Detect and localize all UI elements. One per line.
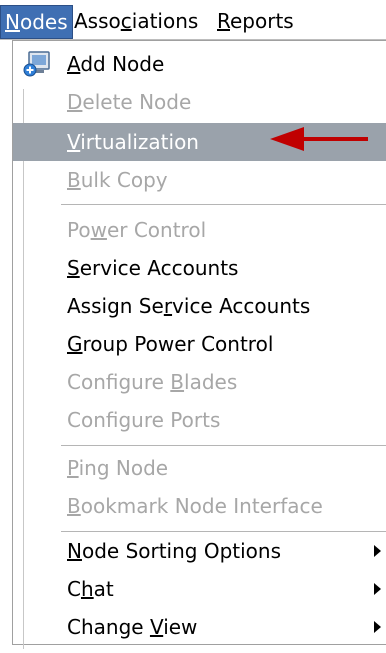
menu-item-label: Add Node (67, 52, 165, 76)
menu-item-label: Assign Service Accounts (67, 294, 311, 318)
menu-item-label: Configure Ports (67, 408, 221, 432)
access-key-char: R (217, 9, 230, 33)
menu-item-node-sorting-options[interactable]: Node Sorting Options (13, 532, 386, 570)
access-key-char: P (67, 456, 79, 480)
menu-item-configure-ports[interactable]: Configure Ports (13, 401, 386, 439)
add-node-icon (23, 51, 50, 77)
menu-item-label: Virtualization (67, 130, 199, 154)
access-key-char: G (67, 332, 83, 356)
menu-item-change-view[interactable]: Change View (13, 608, 386, 646)
submenu-arrow-icon (374, 545, 381, 557)
menu-item-label: Power Control (67, 218, 207, 242)
menu-item-label: Ping Node (67, 456, 169, 480)
access-key-char: r (163, 294, 173, 318)
menu-item-label: Bulk Copy (67, 168, 168, 192)
menu-item-delete-node[interactable]: Delete Node (13, 83, 386, 121)
access-key-char: c (120, 9, 132, 33)
menu-item-label: Chat (67, 577, 114, 601)
menu-item-power-control[interactable]: Power Control (13, 211, 386, 249)
menu-item-label: Service Accounts (67, 256, 239, 280)
access-key-char: V (67, 130, 81, 154)
menu-item-label: Group Power Control (67, 332, 274, 356)
access-key-char: A (67, 52, 81, 76)
menu-item-chat[interactable]: Chat (13, 570, 386, 608)
menu-item-label: Configure Blades (67, 370, 238, 394)
access-key-char: N (67, 539, 82, 563)
menu-item-service-accounts[interactable]: Service Accounts (13, 249, 386, 287)
access-key-char: V (149, 615, 164, 639)
menu-item-assign-service-accounts[interactable]: Assign Service Accounts (13, 287, 386, 325)
access-key-char: B (67, 168, 81, 192)
access-key-char: B (170, 370, 185, 394)
menu-associations[interactable]: Associations (70, 5, 202, 39)
access-key-char: D (67, 90, 83, 114)
menu-reports[interactable]: Reports (213, 5, 298, 39)
menu-item-label: Delete Node (67, 90, 192, 114)
access-key-char: w (90, 218, 107, 242)
menu-item-bookmark-node-interface[interactable]: Bookmark Node Interface (13, 487, 386, 525)
submenu-arrow-icon (374, 621, 381, 633)
menu-item-label: Node Sorting Options (67, 539, 282, 563)
menu-item-configure-blades[interactable]: Configure Blades (13, 363, 386, 401)
menu-item-group-power-control[interactable]: Group Power Control (13, 325, 386, 363)
menu-separator (61, 204, 386, 206)
menu-item-label: Change View (67, 615, 198, 639)
access-key-char: N (5, 10, 20, 34)
access-key-char: B (67, 494, 81, 518)
menu-item-add-node[interactable]: Add Node (13, 45, 386, 83)
menu-bar: Nodes Associations Reports (0, 0, 386, 40)
menu-separator (61, 445, 386, 447)
menu-item-bulk-copy[interactable]: Bulk Copy (13, 161, 386, 199)
submenu-arrow-icon (374, 583, 381, 595)
access-key-char: S (67, 256, 80, 280)
menu-nodes[interactable]: Nodes (0, 5, 73, 39)
annotation-arrow-icon (270, 127, 368, 151)
menu-item-ping-node[interactable]: Ping Node (13, 449, 386, 487)
menu-item-label: Bookmark Node Interface (67, 494, 323, 518)
access-key-char: h (80, 577, 94, 601)
